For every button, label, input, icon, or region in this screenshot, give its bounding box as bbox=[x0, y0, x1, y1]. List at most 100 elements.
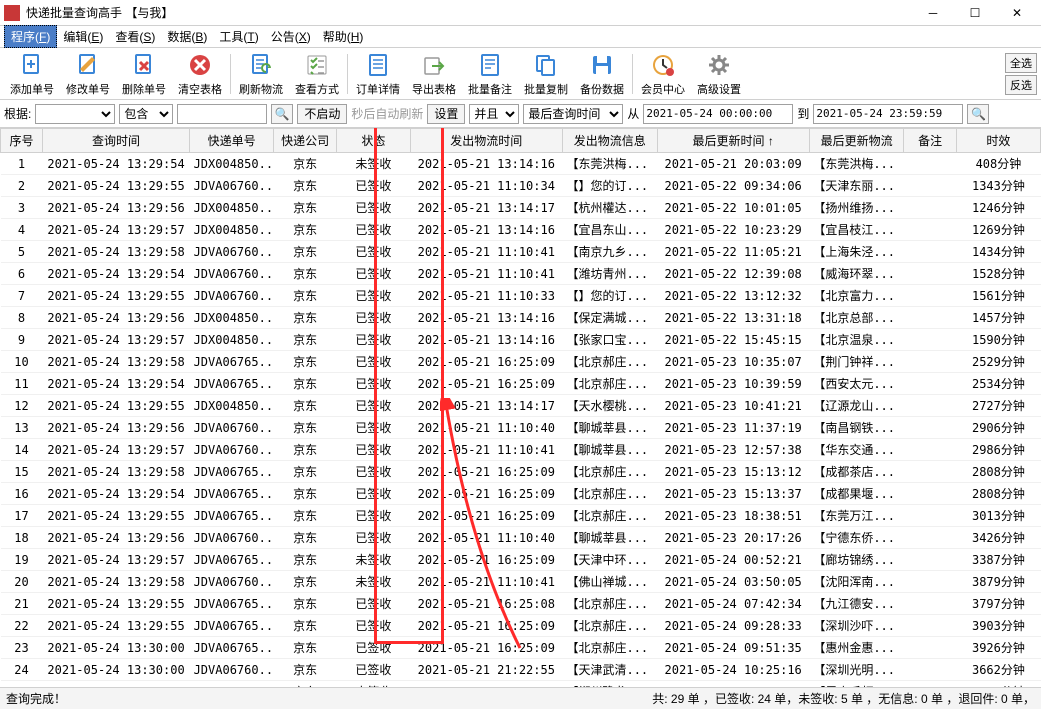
col-header[interactable]: 序号 bbox=[1, 129, 43, 153]
refresh-logistics-button[interactable]: 刷新物流 bbox=[233, 50, 289, 98]
contain-select[interactable]: 包含 bbox=[119, 104, 173, 124]
cell: 京东 bbox=[274, 373, 337, 395]
menu-数据[interactable]: 数据(B) bbox=[161, 26, 213, 47]
cell bbox=[904, 505, 957, 527]
table-row[interactable]: 132021-05-24 13:29:56JDVA06760...京东已签收20… bbox=[1, 417, 1041, 439]
date-from-input[interactable] bbox=[643, 104, 793, 124]
nostart-button[interactable]: 不启动 bbox=[297, 104, 347, 124]
cell: 2021-05-22 13:31:18 bbox=[657, 307, 809, 329]
cell: 17 bbox=[1, 505, 43, 527]
cell: 2021-05-24 09:51:35 bbox=[657, 637, 809, 659]
cell: JDVA06760... bbox=[190, 571, 274, 593]
maximize-button[interactable]: ☐ bbox=[955, 3, 995, 23]
cell: 3903分钟 bbox=[956, 615, 1040, 637]
table-row[interactable]: 102021-05-24 13:29:58JDVA06765...京东已签收20… bbox=[1, 351, 1041, 373]
minimize-button[interactable]: ─ bbox=[913, 3, 953, 23]
table-row[interactable]: 242021-05-24 13:30:00JDVA06760...京东已签收20… bbox=[1, 659, 1041, 681]
cell: 3797分钟 bbox=[956, 593, 1040, 615]
cell: 2021-05-24 10:25:16 bbox=[657, 659, 809, 681]
cell: JDX004850... bbox=[190, 219, 274, 241]
search-input[interactable] bbox=[177, 104, 267, 124]
batch-copy-button[interactable]: 批量复制 bbox=[518, 50, 574, 98]
cell: 未签收 bbox=[337, 571, 411, 593]
col-header[interactable]: 快递公司 bbox=[274, 129, 337, 153]
table-row[interactable]: 62021-05-24 13:29:54JDVA06760...京东已签收202… bbox=[1, 263, 1041, 285]
statusbar-left: 查询完成！ bbox=[6, 690, 66, 707]
cell bbox=[904, 197, 957, 219]
order-detail-button[interactable]: 订单详情 bbox=[350, 50, 406, 98]
backup-data-button[interactable]: 备份数据 bbox=[574, 50, 630, 98]
table-row[interactable]: 182021-05-24 13:29:56JDVA06760...京东已签收20… bbox=[1, 527, 1041, 549]
edit-order-button[interactable]: 修改单号 bbox=[60, 50, 116, 98]
table-row[interactable]: 22021-05-24 13:29:55JDVA06760...京东已签收202… bbox=[1, 175, 1041, 197]
menu-查看[interactable]: 查看(S) bbox=[109, 26, 161, 47]
cell: 【北京温泉... bbox=[809, 329, 904, 351]
table-row[interactable]: 32021-05-24 13:29:56JDX004850...京东已签收202… bbox=[1, 197, 1041, 219]
menu-公告[interactable]: 公告(X) bbox=[265, 26, 317, 47]
table-wrap: 序号查询时间快递单号快递公司状态发出物流时间发出物流信息最后更新时间 ↑最后更新… bbox=[0, 128, 1041, 687]
advanced-settings-button[interactable]: 高级设置 bbox=[691, 50, 747, 98]
table-row[interactable]: 172021-05-24 13:29:55JDVA06765...京东已签收20… bbox=[1, 505, 1041, 527]
toolbar-label: 订单详情 bbox=[356, 81, 400, 97]
cell: 京东 bbox=[274, 439, 337, 461]
col-header[interactable]: 查询时间 bbox=[43, 129, 190, 153]
cell: 20 bbox=[1, 571, 43, 593]
search-button[interactable]: 🔍 bbox=[271, 104, 293, 124]
date-search-button[interactable]: 🔍 bbox=[967, 104, 989, 124]
data-grid[interactable]: 序号查询时间快递单号快递公司状态发出物流时间发出物流信息最后更新时间 ↑最后更新… bbox=[0, 128, 1041, 687]
col-header[interactable]: 发出物流时间 bbox=[410, 129, 562, 153]
col-header[interactable]: 状态 bbox=[337, 129, 411, 153]
table-row[interactable]: 42021-05-24 13:29:57JDX004850...京东已签收202… bbox=[1, 219, 1041, 241]
cell bbox=[904, 241, 957, 263]
cell: JDVA06765... bbox=[190, 615, 274, 637]
and-select[interactable]: 并且 bbox=[469, 104, 519, 124]
col-header[interactable]: 快递单号 bbox=[190, 129, 274, 153]
cell: JDVA06765... bbox=[190, 373, 274, 395]
table-row[interactable]: 222021-05-24 13:29:55JDVA06765...京东已签收20… bbox=[1, 615, 1041, 637]
date-to-input[interactable] bbox=[813, 104, 963, 124]
table-row[interactable]: 12021-05-24 13:29:54JDX004850...京东未签收202… bbox=[1, 153, 1041, 175]
cell: 【九江德安... bbox=[809, 593, 904, 615]
batch-remark-button[interactable]: 批量备注 bbox=[462, 50, 518, 98]
col-header[interactable]: 发出物流信息 bbox=[562, 129, 657, 153]
settings-button[interactable]: 设置 bbox=[427, 104, 465, 124]
delete-order-button[interactable]: 删除单号 bbox=[116, 50, 172, 98]
menu-帮助[interactable]: 帮助(H) bbox=[317, 26, 370, 47]
invert-select-button[interactable]: 反选 bbox=[1005, 75, 1037, 95]
from-label: 从 bbox=[627, 105, 639, 122]
col-header[interactable]: 时效 bbox=[956, 129, 1040, 153]
table-row[interactable]: 92021-05-24 13:29:57JDX004850...京东已签收202… bbox=[1, 329, 1041, 351]
col-header[interactable]: 最后更新物流 bbox=[809, 129, 904, 153]
export-table-button[interactable]: 导出表格 bbox=[406, 50, 462, 98]
menu-编辑[interactable]: 编辑(E) bbox=[57, 26, 109, 47]
add-order-button[interactable]: 添加单号 bbox=[4, 50, 60, 98]
col-header[interactable]: 备注 bbox=[904, 129, 957, 153]
table-row[interactable]: 122021-05-24 13:29:55JDX004850...京东已签收20… bbox=[1, 395, 1041, 417]
cell: 【北京总部... bbox=[809, 307, 904, 329]
table-row[interactable]: 152021-05-24 13:29:58JDVA06765...京东已签收20… bbox=[1, 461, 1041, 483]
table-row[interactable]: 232021-05-24 13:30:00JDVA06765...京东已签收20… bbox=[1, 637, 1041, 659]
table-row[interactable]: 142021-05-24 13:29:57JDVA06760...京东已签收20… bbox=[1, 439, 1041, 461]
menu-工具[interactable]: 工具(T) bbox=[213, 26, 264, 47]
table-row[interactable]: 112021-05-24 13:29:54JDVA06765...京东已签收20… bbox=[1, 373, 1041, 395]
cell: 2021-05-24 13:29:56 bbox=[43, 307, 190, 329]
table-row[interactable]: 192021-05-24 13:29:57JDVA06765...京东未签收20… bbox=[1, 549, 1041, 571]
cell: 2021-05-24 13:29:54 bbox=[43, 153, 190, 175]
close-button[interactable]: ✕ bbox=[997, 3, 1037, 23]
select-all-button[interactable]: 全选 bbox=[1005, 53, 1037, 73]
table-row[interactable]: 72021-05-24 13:29:55JDVA06760...京东已签收202… bbox=[1, 285, 1041, 307]
query-mode-button[interactable]: 查看方式 bbox=[289, 50, 345, 98]
table-row[interactable]: 52021-05-24 13:29:58JDVA06760...京东已签收202… bbox=[1, 241, 1041, 263]
table-row[interactable]: 202021-05-24 13:29:58JDVA06760...京东未签收20… bbox=[1, 571, 1041, 593]
col-header[interactable]: 最后更新时间 ↑ bbox=[657, 129, 809, 153]
clear-table-button[interactable]: 清空表格 bbox=[172, 50, 228, 98]
member-center-button[interactable]: 会员中心 bbox=[635, 50, 691, 98]
toolbar: 添加单号修改单号删除单号清空表格刷新物流查看方式订单详情导出表格批量备注批量复制… bbox=[0, 48, 1041, 100]
timefield-select[interactable]: 最后查询时间 bbox=[523, 104, 623, 124]
field-select[interactable] bbox=[35, 104, 115, 124]
table-row[interactable]: 212021-05-24 13:29:55JDVA06765...京东已签收20… bbox=[1, 593, 1041, 615]
table-row[interactable]: 82021-05-24 13:29:56JDX004850...京东已签收202… bbox=[1, 307, 1041, 329]
menu-程序[interactable]: 程序(F) bbox=[4, 25, 57, 48]
cell: 12 bbox=[1, 395, 43, 417]
table-row[interactable]: 162021-05-24 13:29:54JDVA06765...京东已签收20… bbox=[1, 483, 1041, 505]
